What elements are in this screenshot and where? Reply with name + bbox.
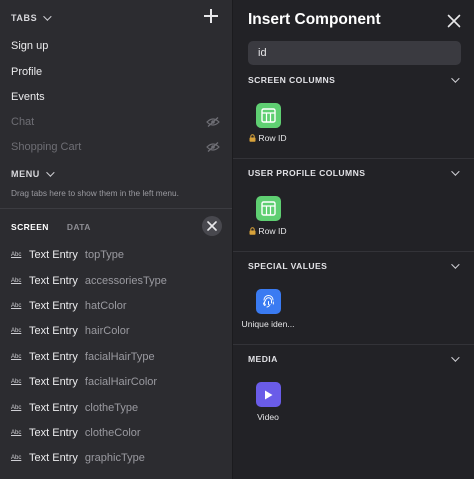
entry-name: facialHairColor [84,376,158,388]
text-entry-icon: Abc [11,379,22,385]
entry-type: Text Entry [29,351,78,363]
component-label: Row ID [258,133,287,143]
entry-type: Text Entry [29,275,78,287]
chevron-down-icon [46,168,55,177]
chevron-down-icon [451,260,460,269]
list-item[interactable]: Abc Text Entry hairColor [11,323,130,339]
menu-header-label: MENU [11,169,40,179]
text-entry-icon: Abc [11,455,22,461]
section-header-media[interactable]: MEDIA [248,353,461,364]
text-entry-icon: Abc [11,303,22,309]
menu-hint: Drag tabs here to show them in the left … [11,188,179,198]
entry-name: clotheType [84,402,139,414]
menu-header[interactable]: MENU [11,168,55,179]
tab-item-label: Chat [11,116,35,128]
list-item[interactable]: Abc Text Entry hatColor [11,298,126,314]
fingerprint-icon [255,289,281,314]
divider [0,208,232,209]
list-item[interactable]: Abc Text Entry accessoriesType [11,273,167,289]
entry-name: topType [84,249,125,261]
tab-item-label: Profile [11,66,43,78]
entry-type: Text Entry [29,325,78,337]
eye-off-icon[interactable] [206,142,220,152]
entry-type: Text Entry [29,249,78,261]
chevron-down-icon [451,167,460,176]
component-row-id[interactable]: Row ID [233,103,303,143]
tabs-header-label: TABS [11,13,38,23]
entry-type: Text Entry [29,427,78,439]
add-tab-icon[interactable] [204,9,218,23]
list-item[interactable]: Abc Text Entry clotheColor [11,425,141,441]
left-panel: TABS Sign up Profile Events Chat Shoppin… [0,0,232,479]
chevron-down-icon [451,74,460,83]
search-field[interactable] [248,41,461,65]
tab-item-chat[interactable]: Chat [11,112,220,132]
play-icon [255,382,281,407]
entry-name: hairColor [84,325,130,337]
insert-component-panel: Insert Component SCREEN COLUMNS Row ID U… [232,0,474,479]
lock-icon [249,227,256,235]
tab-item-shopping-cart[interactable]: Shopping Cart [11,137,220,157]
section-title: SCREEN COLUMNS [248,75,336,85]
entry-name: clotheColor [84,427,141,439]
text-entry-icon: Abc [11,278,22,284]
section-title: MEDIA [248,354,278,364]
entry-type: Text Entry [29,452,78,464]
close-button[interactable] [202,216,222,236]
component-row-id[interactable]: Row ID [233,196,303,236]
tab-data[interactable]: DATA [67,222,91,232]
section-header-user-profile-columns[interactable]: USER PROFILE COLUMNS [248,167,461,178]
tab-item-label: Sign up [11,40,49,52]
lock-icon [249,134,256,142]
section-title: USER PROFILE COLUMNS [248,168,366,178]
table-icon [255,103,281,128]
close-icon[interactable] [447,14,461,28]
tab-item-label: Shopping Cart [11,141,82,153]
tab-item-label: Events [11,91,45,103]
list-item[interactable]: Abc Text Entry facialHairColor [11,374,157,390]
list-item[interactable]: Abc Text Entry clotheType [11,400,138,416]
table-icon [255,196,281,221]
text-entry-icon: Abc [11,252,22,258]
component-label: Video [257,412,279,422]
close-icon [207,221,217,231]
entry-name: hatColor [84,300,127,312]
view-tabs: SCREEN DATA [11,222,91,232]
section-title: SPECIAL VALUES [248,261,328,271]
tab-item-sign-up[interactable]: Sign up [11,36,220,56]
section-header-screen-columns[interactable]: SCREEN COLUMNS [248,74,461,85]
text-entry-icon: Abc [11,405,22,411]
list-item[interactable]: Abc Text Entry topType [11,247,124,263]
component-unique-identifier[interactable]: Unique iden... [233,289,303,329]
tab-screen[interactable]: SCREEN [11,222,49,232]
entry-name: facialHairType [84,351,155,363]
component-label: Unique iden... [241,319,295,329]
component-video[interactable]: Video [233,382,303,422]
eye-off-icon[interactable] [206,117,220,127]
panel-title: Insert Component [248,11,381,28]
entry-type: Text Entry [29,376,78,388]
text-entry-icon: Abc [11,430,22,436]
entry-name: graphicType [84,452,145,464]
text-entry-icon: Abc [11,354,22,360]
entry-type: Text Entry [29,300,78,312]
section-header-special-values[interactable]: SPECIAL VALUES [248,260,461,271]
search-input[interactable] [258,47,461,59]
component-label: Row ID [258,226,287,236]
chevron-down-icon [43,12,52,21]
text-entry-icon: Abc [11,328,22,334]
entry-type: Text Entry [29,402,78,414]
chevron-down-icon [451,353,460,362]
entry-name: accessoriesType [84,275,167,287]
divider [233,251,474,252]
divider [233,344,474,345]
divider [233,158,474,159]
tab-item-events[interactable]: Events [11,87,220,107]
tabs-header[interactable]: TABS [11,12,52,23]
tab-item-profile[interactable]: Profile [11,62,220,82]
list-item[interactable]: Abc Text Entry graphicType [11,450,145,466]
list-item[interactable]: Abc Text Entry facialHairType [11,349,155,365]
